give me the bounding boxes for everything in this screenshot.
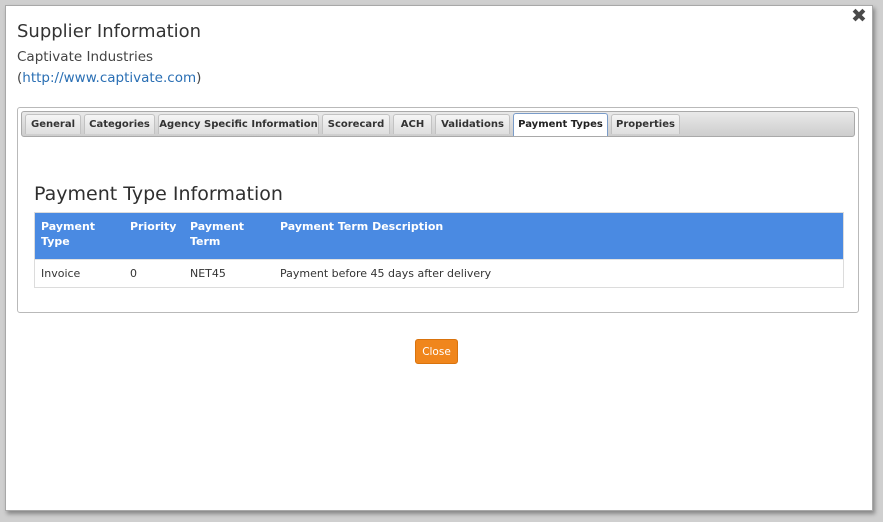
close-button[interactable]: Close <box>415 339 458 364</box>
company-name: Captivate Industries <box>17 49 154 65</box>
header-payment-term: Payment Term <box>190 220 245 248</box>
tab-ach[interactable]: ACH <box>393 114 432 134</box>
close-icon[interactable]: ✖ <box>850 7 868 26</box>
payment-types-table: Payment Type Priority Payment Term Payme… <box>34 212 844 288</box>
website-line: (http://www.captivate.com) <box>17 70 201 86</box>
tab-agency-specific-information[interactable]: Agency Specific Information <box>158 114 319 134</box>
tab-bar: General Categories Agency Specific Infor… <box>21 111 855 137</box>
header-priority: Priority <box>130 220 177 233</box>
table-header: Payment Type Priority Payment Term Payme… <box>35 213 843 259</box>
cell-payment-type: Invoice <box>41 267 81 280</box>
table-row: Invoice 0 NET45 Payment before 45 days a… <box>35 259 843 287</box>
header-payment-term-description: Payment Term Description <box>280 220 444 233</box>
cell-priority: 0 <box>130 267 137 280</box>
section-title: Payment Type Information <box>34 183 283 205</box>
header-payment-type: Payment Type <box>41 220 96 248</box>
tab-categories[interactable]: Categories <box>84 114 155 134</box>
website-close-paren: ) <box>196 70 202 86</box>
cell-payment-term: NET45 <box>190 267 226 280</box>
tab-scorecard[interactable]: Scorecard <box>322 114 390 134</box>
tab-properties[interactable]: Properties <box>611 114 680 134</box>
cell-payment-term-description: Payment before 45 days after delivery <box>280 267 492 280</box>
dialog-title: Supplier Information <box>17 21 202 42</box>
tab-general[interactable]: General <box>25 114 81 134</box>
website-link[interactable]: http://www.captivate.com <box>22 70 196 86</box>
tab-validations[interactable]: Validations <box>435 114 510 134</box>
tab-panel: General Categories Agency Specific Infor… <box>17 107 859 313</box>
supplier-info-dialog: ✖ Supplier Information Captivate Industr… <box>5 5 873 511</box>
tab-payment-types[interactable]: Payment Types <box>513 113 608 136</box>
